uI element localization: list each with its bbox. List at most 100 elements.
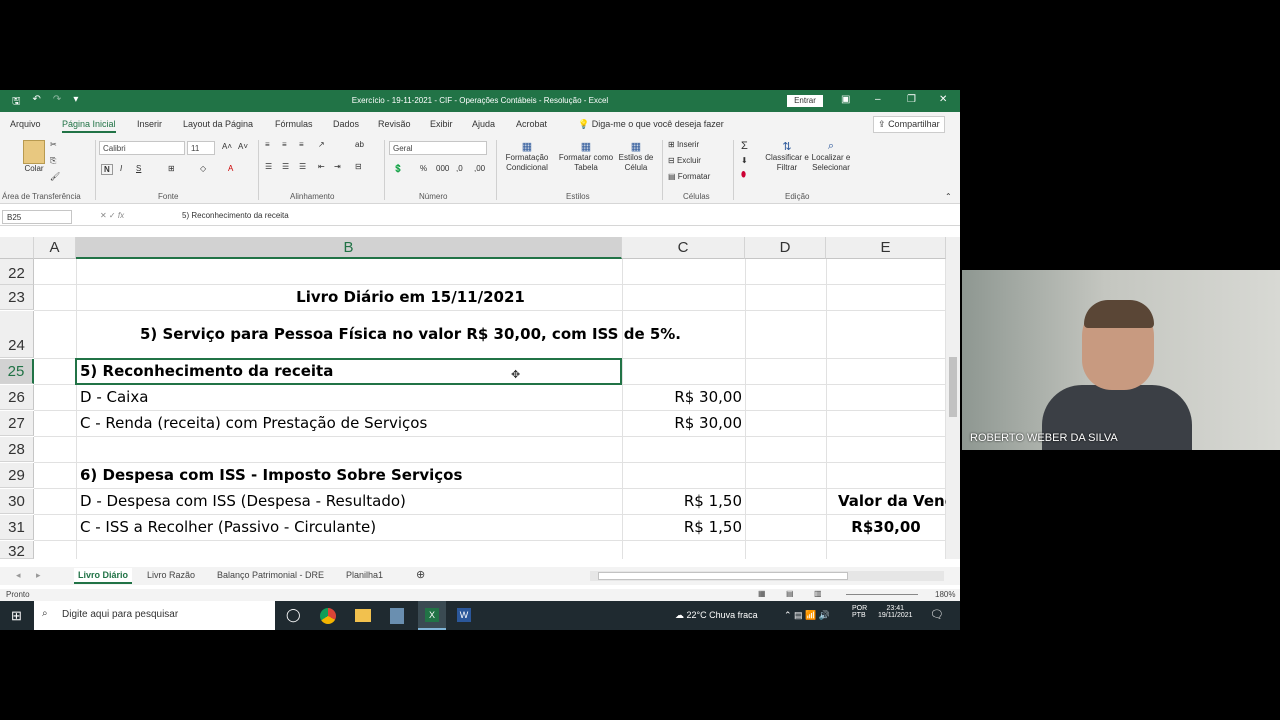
- row-header-26[interactable]: 26: [0, 385, 34, 410]
- cell-b29[interactable]: 6) Despesa com ISS - Imposto Sobre Servi…: [80, 463, 620, 488]
- increase-indent-icon[interactable]: ⇥: [334, 162, 341, 171]
- column-header-d[interactable]: D: [745, 237, 826, 259]
- cell-b23[interactable]: Livro Diário em 15/11/2021: [76, 285, 745, 310]
- sheet-tab-livro-razao[interactable]: Livro Razão: [147, 570, 195, 580]
- insert-cells-button[interactable]: ⊞ Inserir: [668, 140, 699, 149]
- format-painter-icon[interactable]: 🖌: [50, 172, 60, 181]
- language-indicator[interactable]: POR PTB: [852, 605, 867, 619]
- column-header-e[interactable]: E: [826, 237, 946, 259]
- minimize-icon[interactable]: –: [875, 94, 881, 105]
- file-explorer-icon[interactable]: [355, 609, 371, 622]
- clear-icon[interactable]: ⬮: [741, 170, 746, 180]
- cell-b31[interactable]: C - ISS a Recolher (Passivo - Circulante…: [80, 515, 620, 540]
- excel-taskbar-button[interactable]: X: [418, 601, 446, 630]
- increase-decimal-icon[interactable]: ,0: [456, 164, 463, 173]
- autosum-icon[interactable]: Σ: [741, 140, 748, 152]
- windows-start-icon[interactable]: ⊞: [11, 608, 22, 624]
- format-as-table-button[interactable]: ▦ Formatar como Tabela: [556, 140, 616, 173]
- tab-acrobat[interactable]: Acrobat: [516, 119, 547, 129]
- find-select-button[interactable]: ⌕ Localizar e Selecionar: [808, 140, 854, 173]
- wrap-text-icon[interactable]: ab: [355, 140, 364, 149]
- cell-b26[interactable]: D - Caixa: [80, 385, 620, 410]
- column-header-c[interactable]: C: [622, 237, 745, 259]
- normal-view-icon[interactable]: ▦: [758, 589, 766, 598]
- cell-b24[interactable]: 5) Serviço para Pessoa Física no valor R…: [76, 311, 745, 358]
- align-left-icon[interactable]: ☰: [265, 162, 272, 171]
- tell-me-box[interactable]: 💡 Diga-me o que você deseja fazer: [578, 119, 724, 130]
- number-format-select[interactable]: Geral: [389, 141, 487, 155]
- decrease-indent-icon[interactable]: ⇤: [318, 162, 325, 171]
- tab-ajuda[interactable]: Ajuda: [472, 119, 495, 129]
- row-header-23[interactable]: 23: [0, 285, 34, 310]
- align-middle-icon[interactable]: ≡: [282, 140, 287, 149]
- sign-in-button[interactable]: Entrar: [787, 95, 823, 107]
- underline-icon[interactable]: S: [136, 164, 141, 173]
- tab-layout[interactable]: Layout da Página: [183, 119, 253, 129]
- sort-filter-button[interactable]: ⇅ Classificar e Filtrar: [764, 140, 810, 173]
- taskbar-search-box[interactable]: ⌕ Digite aqui para pesquisar: [34, 601, 275, 630]
- close-icon[interactable]: ✕: [939, 94, 947, 105]
- copy-icon[interactable]: ⎘: [50, 156, 56, 166]
- tab-formulas[interactable]: Fórmulas: [275, 119, 313, 129]
- font-name-select[interactable]: Calibri: [99, 141, 185, 155]
- tab-arquivo[interactable]: Arquivo: [10, 119, 41, 129]
- row-header-25[interactable]: 25: [0, 359, 34, 384]
- word-icon[interactable]: W: [457, 608, 471, 622]
- merge-center-icon[interactable]: ⊟: [355, 162, 362, 171]
- align-bottom-icon[interactable]: ≡: [299, 140, 304, 149]
- cell-c26[interactable]: R$ 30,00: [622, 385, 742, 410]
- cell-styles-button[interactable]: ▦ Estilos de Célula: [616, 140, 656, 173]
- name-box[interactable]: B25: [2, 210, 72, 224]
- page-break-icon[interactable]: ▥: [814, 589, 822, 598]
- sheet-tab-planilha1[interactable]: Planilha1: [346, 570, 383, 580]
- row-header-29[interactable]: 29: [0, 463, 34, 488]
- font-size-select[interactable]: 11: [187, 141, 215, 155]
- horizontal-scrollbar[interactable]: [590, 571, 944, 581]
- delete-cells-button[interactable]: ⊟ Excluir: [668, 156, 701, 165]
- fill-color-icon[interactable]: ◇: [200, 164, 206, 173]
- page-layout-icon[interactable]: ▤: [786, 589, 794, 598]
- formula-input[interactable]: 5) Reconhecimento da receita: [182, 211, 289, 220]
- cell-b30[interactable]: D - Despesa com ISS (Despesa - Resultado…: [80, 489, 620, 514]
- font-color-icon[interactable]: A: [228, 164, 233, 173]
- row-header-27[interactable]: 27: [0, 411, 34, 436]
- column-header-b[interactable]: B: [76, 237, 622, 259]
- calculator-icon[interactable]: [390, 608, 404, 624]
- scroll-tabs-right-icon[interactable]: ▸: [36, 570, 41, 581]
- row-header-32[interactable]: 32: [0, 541, 34, 560]
- comma-style-icon[interactable]: 000: [436, 164, 449, 173]
- cell-c31[interactable]: R$ 1,50: [622, 515, 742, 540]
- row-header-24[interactable]: 24: [0, 311, 34, 358]
- align-center-icon[interactable]: ☰: [282, 162, 289, 171]
- fx-icon[interactable]: ✕ ✓ fx: [100, 211, 124, 220]
- grow-font-icon[interactable]: A˄: [222, 142, 232, 151]
- select-all-corner[interactable]: [0, 237, 34, 259]
- percent-icon[interactable]: %: [420, 164, 427, 173]
- cell-b27[interactable]: C - Renda (receita) com Prestação de Ser…: [80, 411, 620, 436]
- worksheet-grid[interactable]: A B C D E 22 23 Livro Diário em 15/11/20…: [0, 237, 946, 560]
- share-button[interactable]: ⇪ Compartilhar: [873, 116, 945, 133]
- scrollbar-thumb[interactable]: [949, 357, 957, 417]
- ribbon-display-icon[interactable]: ▣: [841, 94, 850, 105]
- sheet-tab-balanco[interactable]: Balanço Patrimonial - DRE: [217, 570, 324, 580]
- decrease-decimal-icon[interactable]: ,00: [474, 164, 485, 173]
- borders-icon[interactable]: ⊞: [168, 164, 175, 173]
- cell-c30[interactable]: R$ 1,50: [622, 489, 742, 514]
- row-header-31[interactable]: 31: [0, 515, 34, 540]
- horizontal-scrollbar-thumb[interactable]: [598, 572, 848, 580]
- tab-revisao[interactable]: Revisão: [378, 119, 411, 129]
- sheet-tab-livro-diario[interactable]: Livro Diário: [74, 568, 133, 584]
- collapse-ribbon-icon[interactable]: ⌃: [945, 192, 952, 201]
- italic-icon[interactable]: I: [120, 164, 122, 173]
- orientation-icon[interactable]: ↗: [318, 140, 325, 149]
- scroll-tabs-left-icon[interactable]: ◂: [16, 570, 21, 581]
- weather-widget[interactable]: ☁ 22°C Chuva fraca: [675, 610, 758, 621]
- notifications-icon[interactable]: 🗨: [930, 608, 944, 621]
- align-top-icon[interactable]: ≡: [265, 140, 270, 149]
- row-header-28[interactable]: 28: [0, 437, 34, 462]
- add-sheet-icon[interactable]: ⊕: [416, 568, 425, 581]
- tab-dados[interactable]: Dados: [333, 119, 359, 129]
- column-header-a[interactable]: A: [34, 237, 76, 259]
- chrome-icon[interactable]: [320, 608, 336, 624]
- tab-exibir[interactable]: Exibir: [430, 119, 453, 129]
